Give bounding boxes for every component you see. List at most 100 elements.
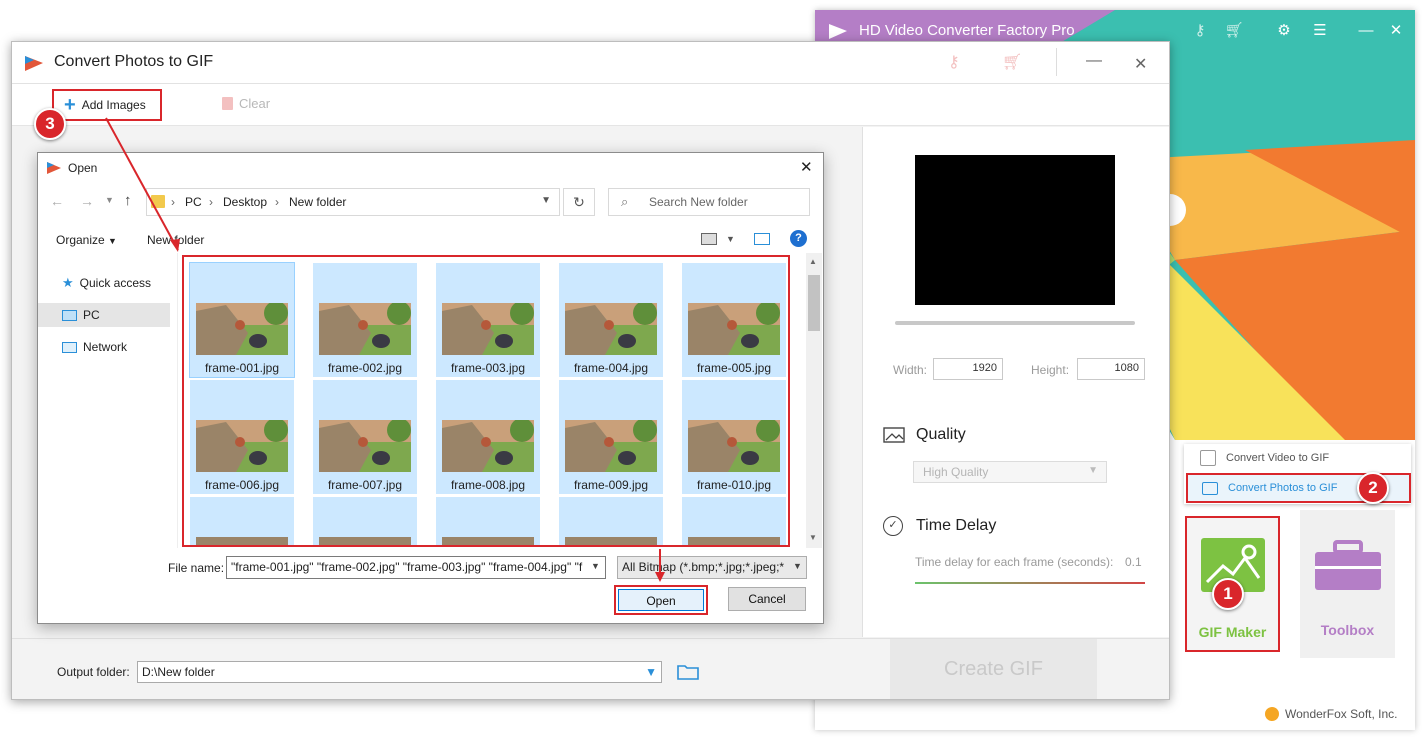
scroll-up-icon[interactable]: ▲ xyxy=(809,257,817,266)
filename-input[interactable]: "frame-001.jpg" "frame-002.jpg" "frame-0… xyxy=(226,556,606,579)
scroll-down-icon[interactable]: ▼ xyxy=(809,533,817,542)
minimize-icon[interactable]: — xyxy=(1355,20,1377,42)
image-thumbnail-icon xyxy=(319,303,411,355)
minimize-button[interactable]: — xyxy=(1086,52,1102,70)
breadcrumb-pc[interactable]: PC xyxy=(185,195,202,209)
back-arrow-icon[interactable]: ← xyxy=(50,193,64,209)
search-input[interactable]: ⌕ Search New folder xyxy=(608,188,810,216)
menu-item-convert-video-to-gif[interactable]: Convert Video to GIF xyxy=(1184,444,1411,472)
image-thumbnail-icon xyxy=(319,537,411,545)
breadcrumb-desktop[interactable]: Desktop xyxy=(223,195,267,209)
view-icon[interactable] xyxy=(701,233,717,245)
cart-icon[interactable]: 🛒︎ xyxy=(1002,52,1022,72)
key-icon[interactable]: ⚷ xyxy=(1189,20,1211,42)
help-icon[interactable]: ? xyxy=(790,230,807,247)
scrollbar-thumb[interactable] xyxy=(808,275,820,331)
file-item[interactable] xyxy=(682,497,786,545)
file-item[interactable] xyxy=(190,497,294,545)
image-thumbnail-icon xyxy=(565,420,657,472)
search-icon: ⌕ xyxy=(621,194,629,209)
close-button[interactable]: ✕ xyxy=(800,158,813,176)
nav-item-network[interactable]: Network xyxy=(38,335,170,359)
file-item[interactable] xyxy=(559,497,663,545)
list-icon[interactable]: ☰ xyxy=(1309,20,1331,42)
new-folder-button[interactable]: New folder xyxy=(147,233,204,247)
toolbox-label: Toolbox xyxy=(1320,622,1375,638)
app-logo-icon xyxy=(827,21,849,41)
file-item[interactable]: frame-002.jpg xyxy=(313,263,417,377)
cart-icon[interactable]: 🛒︎ xyxy=(1223,20,1245,42)
chevron-down-icon[interactable]: ▼ xyxy=(105,195,114,205)
add-images-button[interactable]: + Add Images xyxy=(52,89,162,121)
image-thumbnail-icon xyxy=(688,420,780,472)
refresh-icon: ↻ xyxy=(573,194,585,210)
step-badge-2: 2 xyxy=(1357,472,1389,504)
file-item[interactable]: frame-001.jpg xyxy=(189,262,295,378)
chevron-down-icon[interactable]: ▼ xyxy=(541,195,551,206)
address-bar[interactable]: › PC › Desktop › New folder ▼ xyxy=(146,188,560,216)
preview-pane-icon[interactable] xyxy=(754,233,770,245)
time-delay-slider[interactable] xyxy=(915,582,1145,584)
image-thumbnail-icon xyxy=(442,537,534,545)
file-item[interactable]: frame-009.jpg xyxy=(559,380,663,494)
preview-progress-bar[interactable] xyxy=(895,321,1135,325)
nav-item-quick-access[interactable]: ★ Quick access xyxy=(38,271,170,295)
file-type-select[interactable]: All Bitmap (*.bmp;*.jpg;*.jpeg;* xyxy=(617,556,807,579)
file-item[interactable]: frame-010.jpg xyxy=(682,380,786,494)
file-item[interactable] xyxy=(313,497,417,545)
key-icon[interactable]: ⚷ xyxy=(948,52,960,72)
nav-item-pc[interactable]: PC xyxy=(38,303,170,327)
height-input[interactable]: 1080 xyxy=(1077,358,1145,380)
organize-button[interactable]: Organize ▼ xyxy=(56,233,117,247)
close-button[interactable]: ✕ xyxy=(1134,54,1147,74)
refresh-button[interactable]: ↻ xyxy=(563,188,595,216)
file-item[interactable]: frame-006.jpg xyxy=(190,380,294,494)
image-thumbnail-icon xyxy=(196,303,288,355)
file-name: frame-008.jpg xyxy=(450,478,526,492)
file-name: frame-006.jpg xyxy=(204,478,280,492)
quality-dropdown[interactable]: High Quality ▼ xyxy=(913,461,1107,483)
file-name: frame-003.jpg xyxy=(450,361,526,375)
chevron-down-icon[interactable]: ▼ xyxy=(726,234,735,244)
folder-icon xyxy=(151,195,165,208)
open-dialog-title: Open xyxy=(68,161,98,175)
folder-icon[interactable] xyxy=(677,663,699,681)
forward-arrow-icon[interactable]: → xyxy=(80,193,94,209)
chevron-down-icon[interactable]: ▼ xyxy=(591,561,600,571)
cancel-button[interactable]: Cancel xyxy=(728,587,806,611)
create-gif-button[interactable]: Create GIF xyxy=(890,639,1097,699)
toolbox-tile[interactable]: Toolbox xyxy=(1300,510,1395,658)
chevron-down-icon[interactable]: ▼ xyxy=(645,665,657,679)
output-folder-input[interactable]: D:\New folder ▼ xyxy=(137,661,662,683)
file-item[interactable]: frame-004.jpg xyxy=(559,263,663,377)
app-logo-icon xyxy=(46,160,62,176)
vertical-scrollbar[interactable]: ▲ ▼ xyxy=(806,253,822,548)
time-delay-value: 0.1 xyxy=(1125,555,1142,569)
gif-maker-label: GIF Maker xyxy=(1198,624,1267,640)
time-delay-caption: Time delay for each frame (seconds): xyxy=(915,555,1114,569)
file-item[interactable]: frame-008.jpg xyxy=(436,380,540,494)
chevron-down-icon[interactable]: ▼ xyxy=(793,561,802,571)
file-item[interactable]: frame-007.jpg xyxy=(313,380,417,494)
trash-icon xyxy=(222,97,233,110)
image-thumbnail-icon xyxy=(688,303,780,355)
image-thumbnail-icon xyxy=(319,420,411,472)
command-bar: Organize ▼ New folder ▼ ? xyxy=(38,226,823,254)
gear-icon[interactable]: ⚙ xyxy=(1273,20,1295,42)
gif-dialog-toolbar: + Add Images Clear xyxy=(12,84,1169,126)
open-button[interactable]: Open xyxy=(614,585,708,615)
up-arrow-icon[interactable]: ↑ xyxy=(124,192,132,209)
gif-dialog-title: Convert Photos to GIF xyxy=(54,53,214,70)
computer-icon xyxy=(62,309,77,321)
image-icon xyxy=(1202,481,1218,495)
file-item[interactable]: frame-005.jpg xyxy=(682,263,786,377)
breadcrumb-new-folder[interactable]: New folder xyxy=(289,195,346,209)
file-item[interactable] xyxy=(436,497,540,545)
file-item[interactable]: frame-003.jpg xyxy=(436,263,540,377)
star-icon: ★ xyxy=(62,275,74,290)
close-icon[interactable]: ✕ xyxy=(1385,20,1407,42)
clear-button[interactable]: Clear xyxy=(222,96,270,111)
width-input[interactable]: 1920 xyxy=(933,358,1003,380)
image-thumbnail-icon xyxy=(442,420,534,472)
network-icon xyxy=(62,341,77,353)
